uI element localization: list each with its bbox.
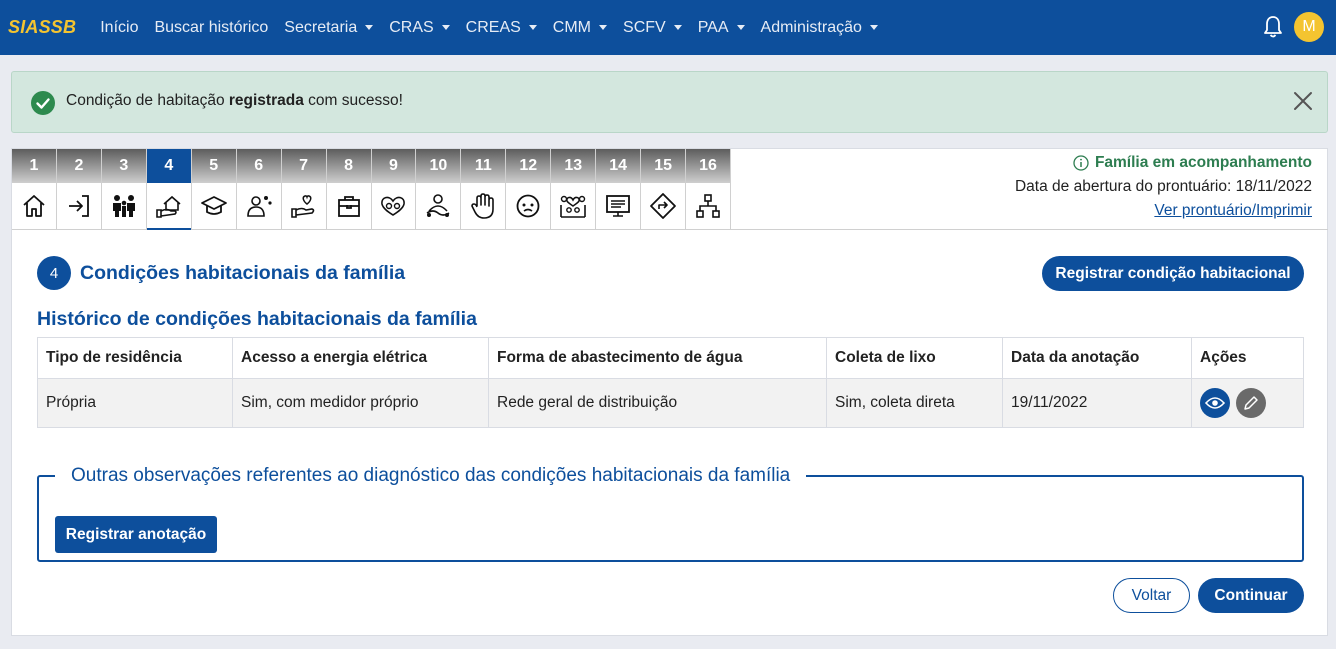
register-note-button[interactable]: Registrar anotação — [55, 516, 217, 553]
step-number-badge: 4 — [37, 256, 71, 290]
tab-1[interactable]: 1 — [12, 149, 57, 230]
table-row: Própria Sim, com medidor próprio Rede ge… — [37, 378, 1304, 428]
tab-3[interactable]: 3 — [101, 149, 147, 230]
back-button[interactable]: Voltar — [1113, 578, 1190, 613]
nav-cmm[interactable]: CMM — [553, 19, 608, 37]
column-header: Coleta de lixo — [826, 337, 1003, 379]
nav-administracao[interactable]: Administração — [761, 19, 878, 37]
heart-hand-icon — [290, 195, 314, 218]
hierarchy-icon — [696, 194, 720, 218]
close-icon[interactable] — [1292, 90, 1314, 112]
table-cell: Sim, coleta direta — [826, 378, 1003, 428]
pencil-icon — [1244, 396, 1258, 410]
info-icon — [1073, 155, 1089, 171]
tab-16[interactable]: 16 — [686, 149, 731, 230]
face-icon — [516, 194, 540, 218]
caret-down-icon — [441, 25, 450, 30]
health-worker-icon — [246, 196, 272, 217]
table-cell: 19/11/2022 — [1002, 378, 1192, 428]
nav-secretaria[interactable]: Secretaria — [284, 19, 374, 37]
page-title: Condições habitacionais da família — [80, 262, 406, 284]
tab-2[interactable]: 2 — [56, 149, 102, 230]
register-housing-condition-button[interactable]: Registrar condição habitacional — [1042, 256, 1304, 291]
family-icon — [112, 195, 135, 217]
alert-message: Condição de habitação registrada com suc… — [66, 92, 403, 109]
observations-fieldset: Outras observações referentes ao diagnós… — [37, 465, 1304, 562]
tab-10[interactable]: 10 — [416, 149, 462, 230]
caret-down-icon — [528, 25, 537, 30]
caret-down-icon — [365, 25, 374, 30]
nav-creas[interactable]: CREAS — [466, 19, 537, 37]
edit-button[interactable] — [1236, 388, 1266, 418]
column-header: Acesso a energia elétrica — [232, 337, 489, 379]
status-label: Família em acompanhamento — [1015, 154, 1312, 172]
tab-13[interactable]: 13 — [551, 149, 597, 230]
success-alert: Condição de habitação registrada com suc… — [11, 71, 1328, 133]
group-heart-icon — [381, 196, 406, 216]
caret-down-icon — [736, 25, 745, 30]
history-title: Histórico de condições habitacionais da … — [37, 308, 477, 330]
column-header: Tipo de residência — [37, 337, 233, 379]
view-button[interactable] — [1200, 388, 1230, 418]
tab-4[interactable]: 4 — [146, 149, 192, 230]
tab-7[interactable]: 7 — [281, 149, 327, 230]
column-header: Data da anotação — [1002, 337, 1192, 379]
column-header: Forma de abastecimento de água — [488, 337, 827, 379]
graduation-cap-icon — [200, 196, 227, 215]
tab-12[interactable]: 12 — [506, 149, 552, 230]
check-circle-icon — [31, 91, 55, 115]
community-heart-icon — [560, 195, 587, 218]
tab-15[interactable]: 15 — [641, 149, 687, 230]
tab-6[interactable]: 6 — [236, 149, 282, 230]
column-header: Ações — [1191, 337, 1304, 379]
family-status-panel: Família em acompanhamento Data de abertu… — [1015, 154, 1312, 220]
caret-down-icon — [869, 25, 878, 30]
caret-down-icon — [599, 25, 608, 30]
caret-down-icon — [673, 25, 682, 30]
nav-scfv[interactable]: SCFV — [623, 19, 682, 37]
sick-person-icon — [426, 194, 450, 217]
top-navbar: SIASSB Início Buscar histórico Secretari… — [0, 0, 1336, 55]
tab-9[interactable]: 9 — [371, 149, 417, 230]
step-tabs: 1 2 3 4 5 6 7 8 9 10 11 12 13 14 15 16 — [12, 149, 731, 230]
nav-paa[interactable]: PAA — [698, 19, 745, 37]
tab-14[interactable]: 14 — [596, 149, 642, 230]
direction-sign-icon — [650, 193, 676, 219]
table-cell: Própria — [37, 378, 233, 428]
nav-buscar-historico[interactable]: Buscar histórico — [154, 19, 268, 37]
history-table: Tipo de residência Acesso a energia elét… — [37, 337, 1304, 428]
nav-inicio[interactable]: Início — [100, 19, 138, 37]
actions-cell — [1191, 378, 1304, 428]
tab-11[interactable]: 11 — [461, 149, 507, 230]
table-cell: Sim, com medidor próprio — [232, 378, 489, 428]
presentation-icon — [606, 195, 631, 217]
bell-icon[interactable] — [1262, 15, 1284, 39]
eye-icon — [1205, 397, 1225, 409]
tab-8[interactable]: 8 — [326, 149, 372, 230]
observations-legend: Outras observações referentes ao diagnós… — [71, 465, 791, 486]
table-cell: Rede geral de distribuição — [488, 378, 827, 428]
tab-5[interactable]: 5 — [191, 149, 237, 230]
brand-logo[interactable]: SIASSB — [8, 17, 76, 38]
continue-button[interactable]: Continuar — [1198, 578, 1304, 613]
opening-date: Data de abertura do prontuário: 18/11/20… — [1014, 178, 1312, 195]
view-record-link[interactable]: Ver prontuário/Imprimir — [1015, 202, 1312, 220]
table-header-row: Tipo de residência Acesso a energia elét… — [37, 337, 1304, 379]
home-icon — [23, 195, 45, 217]
nav-cras[interactable]: CRAS — [389, 19, 450, 37]
briefcase-icon — [337, 196, 360, 217]
hand-stop-icon — [471, 193, 495, 219]
login-icon — [68, 195, 89, 217]
main-card: 1 2 3 4 5 6 7 8 9 10 11 12 13 14 15 16 F… — [11, 148, 1328, 636]
housing-hand-icon — [155, 195, 181, 218]
user-avatar[interactable]: M — [1294, 12, 1324, 42]
